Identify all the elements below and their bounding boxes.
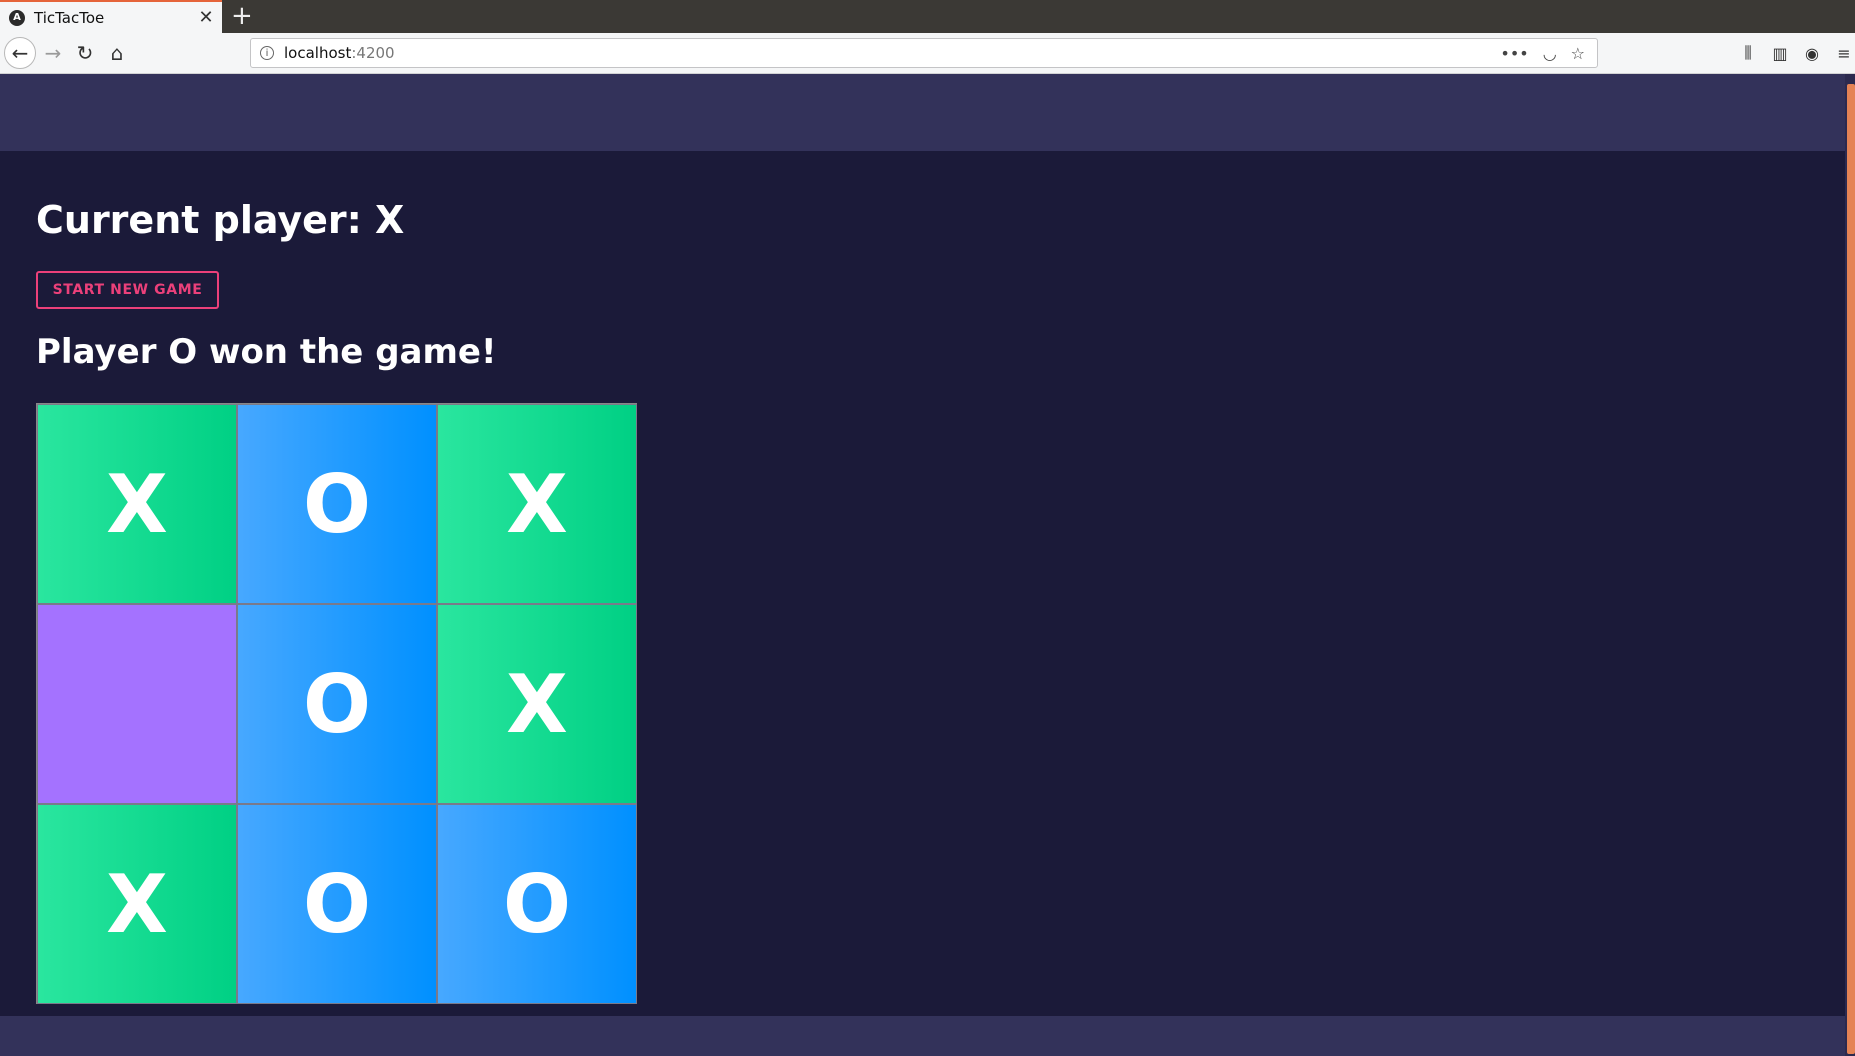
board-cell[interactable]: O — [237, 804, 437, 1004]
site-info-icon[interactable]: i — [260, 46, 274, 60]
board-cell[interactable]: X — [37, 404, 237, 604]
game-board: XOXOXXOO — [36, 403, 637, 1004]
current-player-heading: Current player: X — [36, 198, 405, 242]
angular-favicon-icon: A — [9, 9, 25, 26]
pocket-icon[interactable]: ◡ — [1543, 44, 1557, 63]
game-status-heading: Player O won the game! — [36, 332, 497, 372]
board-cell[interactable]: X — [437, 604, 637, 804]
page-scrollbar[interactable] — [1845, 74, 1855, 1056]
menu-icon[interactable]: ≡ — [1833, 37, 1855, 69]
sidebar-icon[interactable]: ▥ — [1769, 37, 1791, 69]
board-cell[interactable]: X — [37, 804, 237, 1004]
address-bar[interactable]: i localhost:4200 ••• ◡ ☆ — [250, 38, 1598, 68]
board-cell[interactable]: O — [437, 804, 637, 1004]
scrollbar-thumb[interactable] — [1847, 84, 1855, 1054]
board-cell[interactable]: O — [237, 404, 437, 604]
bookmark-star-icon[interactable]: ☆ — [1571, 44, 1585, 63]
url-port: :4200 — [351, 44, 395, 62]
forward-arrow-icon[interactable]: → — [37, 37, 69, 69]
url-host: localhost — [284, 44, 352, 62]
close-tab-icon[interactable]: ✕ — [194, 7, 218, 28]
library-icon[interactable]: ⫼ — [1737, 37, 1759, 69]
browser-tab[interactable]: A TicTacToe ✕ — [0, 0, 222, 33]
back-arrow-icon[interactable]: ← — [4, 37, 36, 69]
url-text[interactable]: localhost:4200 — [284, 44, 1500, 62]
tab-title: TicTacToe — [34, 8, 105, 27]
account-icon[interactable]: ◉ — [1801, 37, 1823, 69]
new-tab-icon[interactable]: + — [231, 2, 253, 30]
url-actions: ••• ◡ ☆ — [1500, 44, 1585, 63]
home-icon[interactable]: ⌂ — [101, 37, 133, 69]
page-actions-icon[interactable]: ••• — [1500, 44, 1528, 63]
app-footer — [0, 1016, 1845, 1056]
browser-tab-bar: A TicTacToe ✕ + — [0, 0, 1855, 33]
page-content: Current player: X START NEW GAME Player … — [0, 74, 1845, 1056]
toolbar-right: ⫼ ▥ ◉ ≡ — [1737, 37, 1855, 69]
browser-nav-bar: ← → ↻ ⌂ i localhost:4200 ••• ◡ ☆ ⫼ ▥ ◉ ≡ — [0, 33, 1855, 74]
app-header — [0, 74, 1845, 151]
reload-icon[interactable]: ↻ — [69, 37, 101, 69]
board-cell[interactable] — [37, 604, 237, 804]
start-new-game-button[interactable]: START NEW GAME — [36, 271, 219, 309]
board-cell[interactable]: O — [237, 604, 437, 804]
board-cell[interactable]: X — [437, 404, 637, 604]
